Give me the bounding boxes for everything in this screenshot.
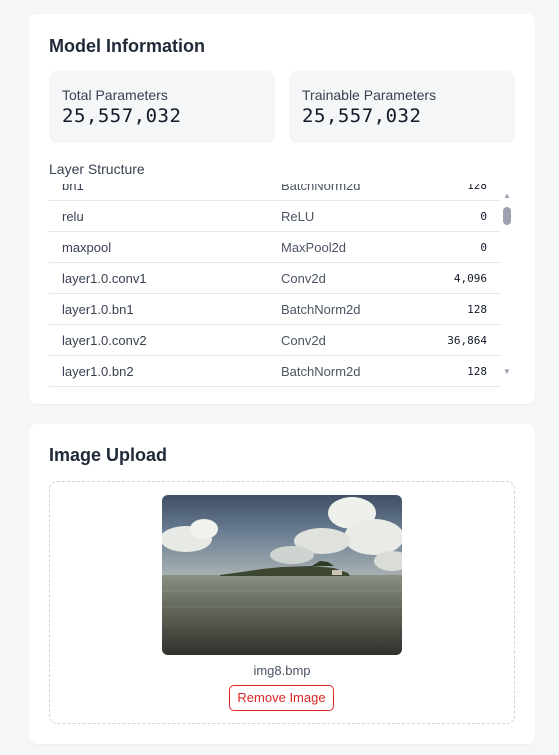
total-parameters-card: Total Parameters 25,557,032 (49, 71, 275, 143)
trainable-parameters-value: 25,557,032 (302, 105, 422, 127)
image-upload-panel: Image Upload img8.bmp Remove Image (29, 424, 535, 744)
total-parameters-value: 25,557,032 (62, 105, 182, 127)
scrollbar-thumb[interactable] (503, 207, 511, 225)
layer-type: Conv2d (281, 271, 326, 286)
layer-name: relu (62, 209, 84, 224)
layer-row: layer1.0.conv1 Conv2d 4,096 (49, 263, 501, 294)
uploaded-image-preview (162, 495, 402, 655)
layer-params: 0 (480, 241, 487, 254)
uploaded-filename: img8.bmp (253, 663, 311, 678)
total-parameters-label: Total Parameters (62, 87, 168, 103)
image-upload-title: Image Upload (49, 445, 168, 465)
layer-name: bn1 (62, 184, 84, 193)
layer-params: 36,864 (447, 334, 487, 347)
triangle-up-icon[interactable]: ▲ (502, 192, 512, 200)
layer-row: relu ReLU 0 (49, 201, 501, 232)
layer-row: maxpool MaxPool2d 0 (49, 232, 501, 263)
layer-row: layer1.0.conv2 Conv2d 36,864 (49, 325, 501, 356)
model-information-panel: Model Information Total Parameters 25,55… (29, 14, 535, 404)
layer-row: bn1 BatchNorm2d 128 (49, 184, 501, 201)
layer-params: 128 (467, 303, 487, 316)
layer-name: layer1.0.bn1 (62, 302, 134, 317)
model-information-title: Model Information (49, 36, 205, 56)
layer-name: layer1.0.bn2 (62, 364, 134, 379)
layer-type: BatchNorm2d (281, 364, 361, 379)
layer-row: layer1.0.bn2 BatchNorm2d 128 (49, 356, 501, 387)
layer-name: layer1.0.conv2 (62, 333, 147, 348)
layer-structure-heading: Layer Structure (49, 161, 145, 177)
layer-params: 128 (467, 365, 487, 378)
layer-name: maxpool (62, 240, 112, 255)
layer-type: Conv2d (281, 333, 326, 348)
layer-row: layer1.0.bn1 BatchNorm2d 128 (49, 294, 501, 325)
layer-type: ReLU (281, 209, 315, 224)
layer-name: layer1.0.conv1 (62, 271, 147, 286)
layer-params: 128 (467, 184, 487, 192)
layer-type: MaxPool2d (281, 240, 347, 255)
layer-structure-list[interactable]: bn1 BatchNorm2d 128 relu ReLU 0 maxpool … (49, 184, 501, 393)
layer-type: BatchNorm2d (281, 302, 361, 317)
trainable-parameters-label: Trainable Parameters (302, 87, 437, 103)
triangle-down-icon[interactable]: ▼ (502, 368, 512, 376)
image-dropzone[interactable]: img8.bmp Remove Image (49, 481, 515, 724)
trainable-parameters-card: Trainable Parameters 25,557,032 (289, 71, 515, 143)
remove-image-button[interactable]: Remove Image (229, 685, 334, 711)
layer-type: BatchNorm2d (281, 184, 361, 193)
layer-params: 4,096 (453, 272, 487, 285)
layer-params: 0 (480, 210, 487, 223)
